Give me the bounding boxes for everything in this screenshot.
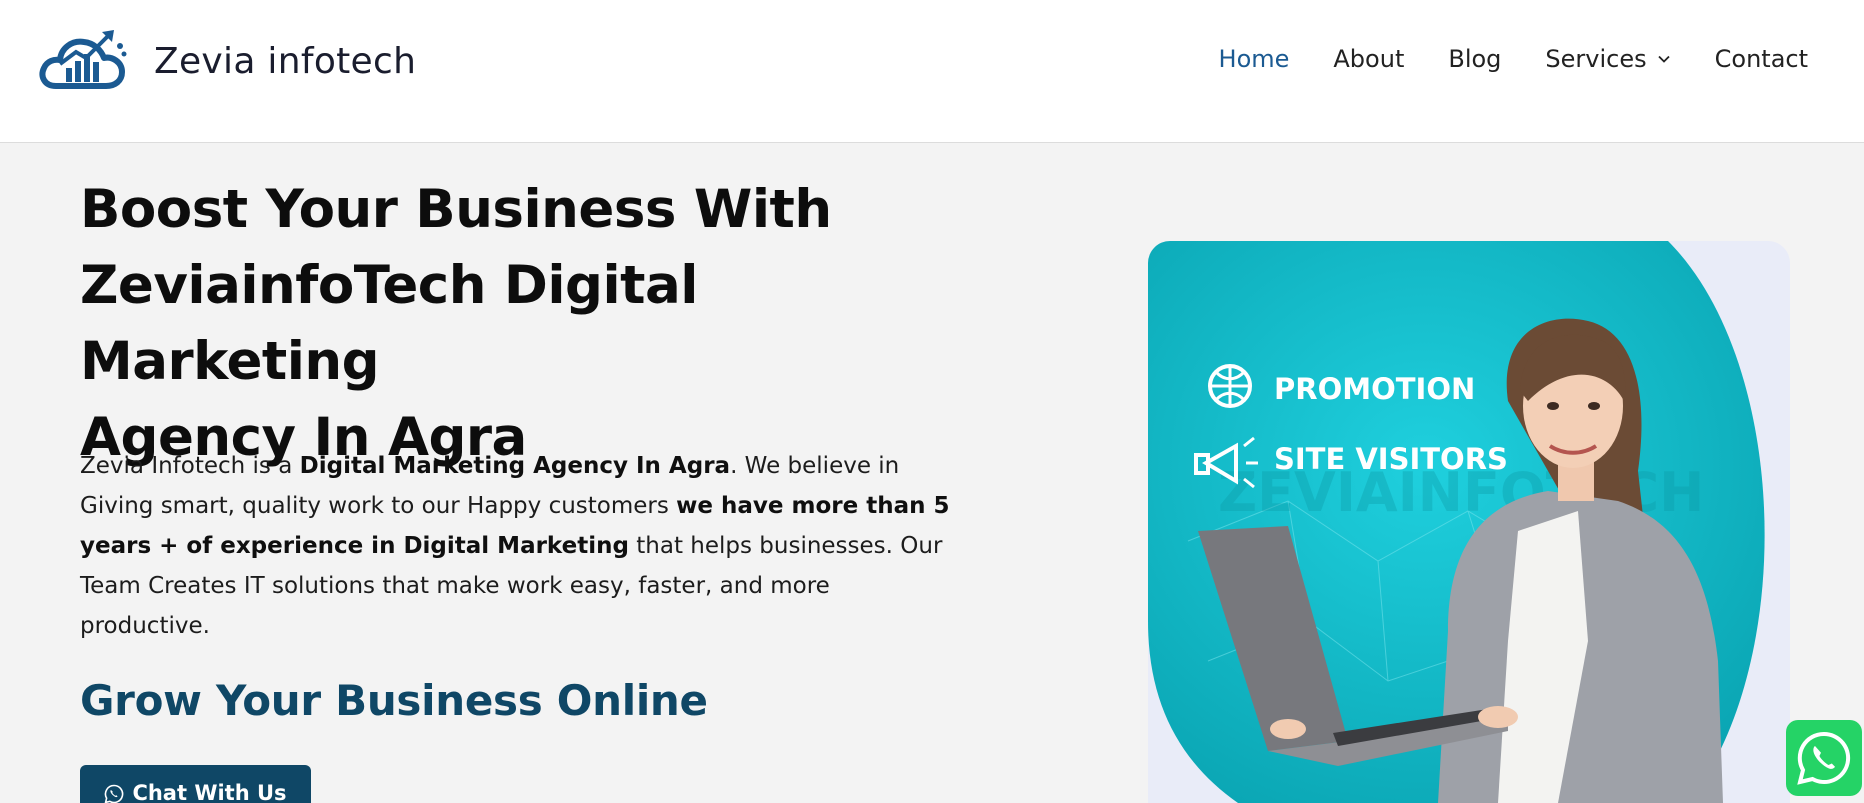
description-bold-1: Digital Marketing Agency In Agra [299,453,731,479]
site-logo[interactable]: Zevia infotech [38,28,416,94]
nav-item-about[interactable]: About [1333,45,1404,73]
site-visitors-label: SITE VISITORS [1274,442,1508,476]
hero-description: Zevia Infotech is a Digital Marketing Ag… [80,446,960,646]
nav-item-services[interactable]: Services [1545,45,1670,73]
hero-title: Boost Your Business With ZeviainfoTech D… [80,172,980,476]
globe-icon [1208,364,1252,408]
whatsapp-icon [1797,731,1851,785]
whatsapp-float-button[interactable] [1786,720,1862,796]
hero-title-line-1: Boost Your Business With [80,179,832,240]
nav-item-blog[interactable]: Blog [1448,45,1501,73]
site-header: Zevia infotech Home About Blog Services … [0,0,1864,143]
description-text-1: Zevia Infotech is a [80,453,300,479]
nav-item-services-label: Services [1545,45,1647,73]
hero-illustration: ZEVIAINFOTECH PROMOTION SITE VISITORS [1148,241,1790,803]
grow-heading: Grow Your Business Online [80,676,708,725]
main-nav: Home About Blog Services Contact [1175,45,1808,73]
nav-item-home[interactable]: Home [1219,45,1290,73]
whatsapp-icon [105,784,124,803]
brand-name: Zevia infotech [154,40,417,82]
chat-with-us-button[interactable]: Chat With Us [80,765,311,803]
chat-with-us-label: Chat With Us [132,781,287,803]
nav-item-contact[interactable]: Contact [1715,45,1808,73]
hero-illustration-graphic: ZEVIAINFOTECH PROMOTION SITE VISITORS [1148,241,1790,803]
chevron-down-icon [1657,55,1670,63]
cloud-chart-icon [39,30,127,89]
promotion-label: PROMOTION [1274,372,1475,406]
hero-title-line-2: ZeviainfoTech Digital Marketing [80,255,698,392]
